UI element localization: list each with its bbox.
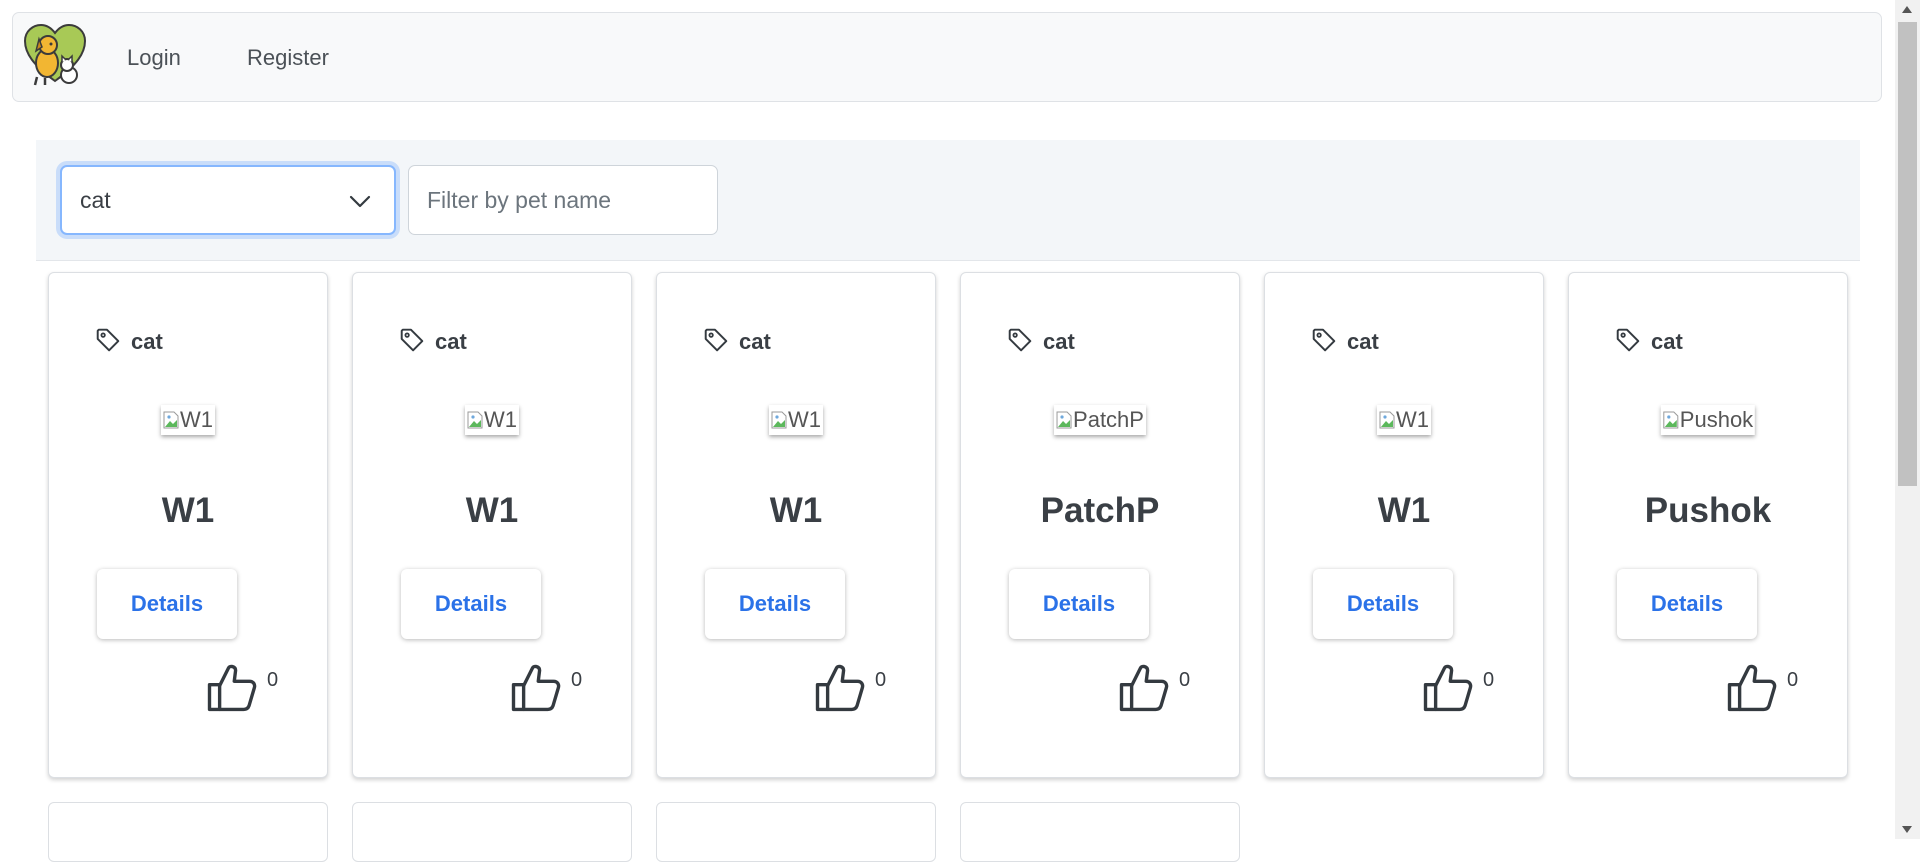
pet-image: W1 <box>1377 405 1431 435</box>
thumbs-up-icon[interactable] <box>1117 661 1171 715</box>
pet-type-label: cat <box>1347 329 1379 354</box>
tag-icon <box>1312 328 1336 352</box>
pet-type-label: cat <box>1651 329 1683 354</box>
thumbs-up-icon[interactable] <box>1725 661 1779 715</box>
details-button[interactable]: Details <box>1313 569 1453 639</box>
pet-image-alt-text: Pushok <box>1679 407 1754 432</box>
broken-image-icon <box>1663 411 1679 429</box>
pet-image-alt-text: W1 <box>484 407 517 432</box>
broken-image-icon <box>163 411 179 429</box>
broken-image-icon <box>1379 411 1395 429</box>
details-button[interactable]: Details <box>401 569 541 639</box>
thumbs-up-icon[interactable] <box>1421 661 1475 715</box>
details-button[interactable]: Details <box>97 569 237 639</box>
tag-icon <box>1008 328 1032 352</box>
filter-bar: cat <box>36 140 1860 261</box>
pet-name: W1 <box>465 491 519 530</box>
pet-image: Pushok <box>1660 405 1756 435</box>
pet-image-alt-text: W1 <box>180 407 213 432</box>
pet-card: cat PatchP PatchP Details 0 <box>960 272 1240 778</box>
pet-type-label: cat <box>131 329 163 354</box>
details-button[interactable]: Details <box>1617 569 1757 639</box>
tag-icon <box>1616 328 1640 352</box>
pet-name: PatchP <box>1040 491 1160 530</box>
chevron-down-icon <box>349 195 371 208</box>
tag-icon <box>704 328 728 352</box>
pet-image: PatchP <box>1054 405 1146 435</box>
pet-card <box>960 802 1240 862</box>
pet-image-alt-text: W1 <box>788 407 821 432</box>
pet-card: cat Pushok Pushok Details 0 <box>1568 272 1848 778</box>
like-count: 0 <box>1483 669 1495 691</box>
scrollbar-thumb[interactable] <box>1898 22 1917 486</box>
nav-register-link[interactable]: Register <box>247 45 329 71</box>
pet-name: W1 <box>1377 491 1431 530</box>
pet-type-label: cat <box>739 329 771 354</box>
pet-card <box>352 802 632 862</box>
pet-type-select[interactable]: cat <box>60 165 396 235</box>
pet-type-label: cat <box>435 329 467 354</box>
navbar: Login Register <box>12 12 1882 102</box>
page-scrollbar[interactable] <box>1895 0 1920 839</box>
like-count: 0 <box>267 669 279 691</box>
details-button[interactable]: Details <box>1009 569 1149 639</box>
pet-card <box>656 802 936 862</box>
thumbs-up-icon[interactable] <box>205 661 259 715</box>
nav-login-link[interactable]: Login <box>127 45 181 71</box>
tag-icon <box>400 328 424 352</box>
like-count: 0 <box>1179 669 1191 691</box>
pet-name: W1 <box>161 491 215 530</box>
pet-type-select-value: cat <box>80 187 111 213</box>
pet-card <box>48 802 328 862</box>
thumbs-up-icon[interactable] <box>509 661 563 715</box>
pet-name: W1 <box>769 491 823 530</box>
pet-name-filter-input[interactable] <box>408 165 718 235</box>
broken-image-icon <box>1056 411 1072 429</box>
like-count: 0 <box>875 669 887 691</box>
like-count: 0 <box>571 669 583 691</box>
tag-icon <box>96 328 120 352</box>
pet-type-label: cat <box>1043 329 1075 354</box>
pet-image: W1 <box>465 405 519 435</box>
pet-card: cat W1 W1 Details 0 <box>656 272 936 778</box>
pet-image: W1 <box>161 405 215 435</box>
pet-card: cat W1 W1 Details 0 <box>1264 272 1544 778</box>
pet-image-alt-text: W1 <box>1396 407 1429 432</box>
broken-image-icon <box>467 411 483 429</box>
scroll-down-arrow-icon[interactable] <box>1902 826 1912 833</box>
pet-card: cat W1 W1 Details 0 <box>48 272 328 778</box>
pet-name: Pushok <box>1644 491 1772 530</box>
scroll-up-arrow-icon[interactable] <box>1902 6 1912 13</box>
details-button[interactable]: Details <box>705 569 845 639</box>
thumbs-up-icon[interactable] <box>813 661 867 715</box>
like-count: 0 <box>1787 669 1799 691</box>
broken-image-icon <box>771 411 787 429</box>
dog-cat-heart-logo[interactable] <box>23 23 87 87</box>
pet-image: W1 <box>769 405 823 435</box>
pet-card: cat W1 W1 Details 0 <box>352 272 632 778</box>
pet-image-alt-text: PatchP <box>1073 407 1144 432</box>
